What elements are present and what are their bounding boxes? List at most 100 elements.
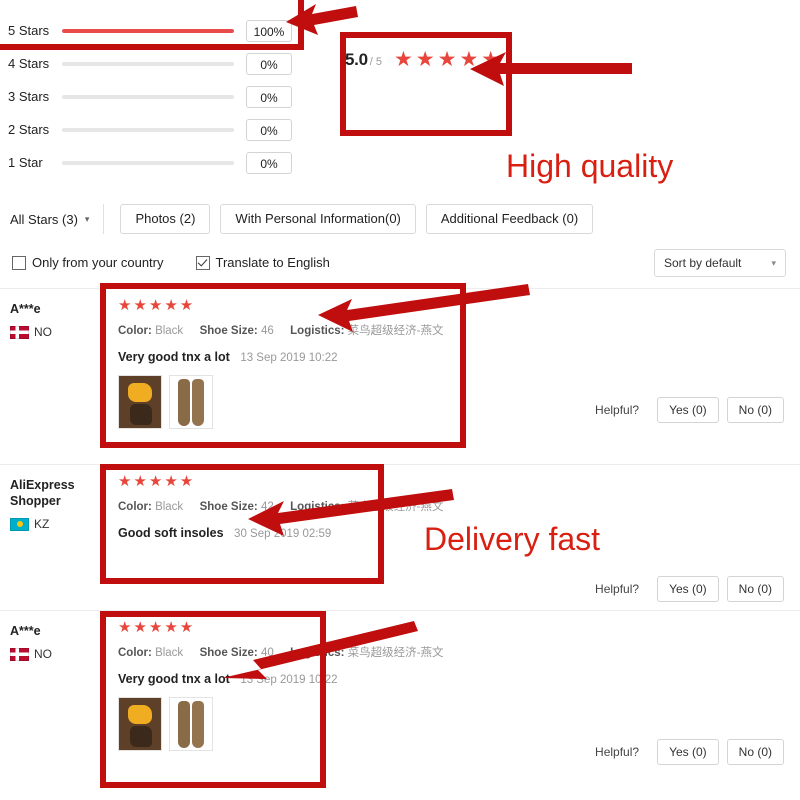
filter-all-stars-label: All Stars (3) xyxy=(10,211,78,227)
norway-flag-icon xyxy=(10,325,29,339)
kazakhstan-flag-icon xyxy=(10,517,29,531)
review-country-code: NO xyxy=(34,325,52,339)
score-value: 5.0 xyxy=(345,50,368,69)
review-date: 30 Sep 2019 02:59 xyxy=(234,528,332,540)
chevron-down-icon: ▾ xyxy=(771,257,776,268)
review-author-name: A***e xyxy=(10,302,41,316)
review-logistics-label: Logistics: xyxy=(290,325,345,337)
review-photos xyxy=(118,697,600,751)
rating-row-2[interactable]: 2 Stars 0% xyxy=(0,113,300,146)
review-size-label: Shoe Size: xyxy=(199,647,258,659)
helpful-no-button[interactable]: No (0) xyxy=(726,576,784,602)
review-photo-thumbnail[interactable] xyxy=(118,375,162,429)
chevron-down-icon: ▾ xyxy=(84,213,90,224)
rating-row-label: 3 Stars xyxy=(8,89,50,104)
helpful-yes-button[interactable]: Yes (0) xyxy=(657,397,719,423)
review-stars-icon: ★★★★★ xyxy=(118,473,196,490)
annotation-text-delivery-fast: Delivery fast xyxy=(424,521,601,557)
rating-bar-track xyxy=(62,127,234,132)
review-item: A***e NO ★★★★★ Color: Black Shoe Size: 4… xyxy=(0,288,800,464)
rating-row-percent: 0% xyxy=(246,118,292,141)
review-photo-thumbnail[interactable] xyxy=(118,697,162,751)
review-photo-thumbnail[interactable] xyxy=(169,375,213,429)
review-content: ★★★★★ Color: Black Shoe Size: 40 Logisti… xyxy=(118,619,600,751)
review-author-country: NO xyxy=(10,325,96,339)
helpful-label: Helpful? xyxy=(595,582,640,596)
review-text: Good soft insoles xyxy=(118,526,224,540)
norway-flag-icon xyxy=(10,647,29,661)
review-options-row: Only from your country Translate to Engl… xyxy=(0,249,800,277)
review-filters: All Stars (3) ▾ Photos (2) With Personal… xyxy=(0,204,800,234)
review-stars-icon: ★★★★★ xyxy=(118,297,196,314)
rating-row-label: 1 Star xyxy=(8,155,43,170)
review-color-value: Black xyxy=(155,325,184,337)
review-attributes: Color: Black Shoe Size: 46 Logistics: 菜鸟… xyxy=(118,323,600,339)
review-logistics-label: Logistics: xyxy=(290,501,345,513)
helpful-no-button[interactable]: No (0) xyxy=(726,739,784,765)
rating-row-percent: 0% xyxy=(246,52,292,75)
review-size-label: Shoe Size: xyxy=(199,325,258,337)
review-item: A***e NO ★★★★★ Color: Black Shoe Size: 4… xyxy=(0,610,800,790)
translate-to-english-label: Translate to English xyxy=(215,255,330,270)
review-date: 13 Sep 2019 10:22 xyxy=(240,352,338,364)
review-author: A***e NO xyxy=(10,623,96,661)
rating-row-label: 5 Stars xyxy=(8,23,50,38)
filter-photos[interactable]: Photos (2) xyxy=(120,204,211,234)
helpful-no-button[interactable]: No (0) xyxy=(726,397,784,423)
review-color-value: Black xyxy=(155,647,184,659)
review-logistics-value: 菜鸟超级经济-燕文 xyxy=(347,647,444,659)
rating-row-3[interactable]: 3 Stars 0% xyxy=(0,80,300,113)
review-color-label: Color: xyxy=(118,501,152,513)
rating-bar-track xyxy=(62,94,234,99)
review-helpful-group: Helpful? Yes (0) No (0) xyxy=(595,397,784,423)
review-content: ★★★★★ Color: Black Shoe Size: 46 Logisti… xyxy=(118,297,600,429)
review-text-line: Very good tnx a lot 13 Sep 2019 10:22 xyxy=(118,671,600,688)
review-item: AliExpress Shopper KZ ★★★★★ Color: Black… xyxy=(0,464,800,610)
checkbox-checked-icon[interactable] xyxy=(195,255,210,270)
rating-row-percent: 0% xyxy=(246,151,292,174)
review-logistics-label: Logistics: xyxy=(290,647,345,659)
rating-row-label: 2 Stars xyxy=(8,122,50,137)
annotation-text-high-quality: High quality xyxy=(506,148,674,184)
helpful-yes-button[interactable]: Yes (0) xyxy=(657,576,719,602)
rating-distribution: 5 Stars 100% 4 Stars 0% 3 Stars 0% 2 Sta… xyxy=(0,14,300,179)
sort-dropdown[interactable]: Sort by default ▾ xyxy=(654,249,786,277)
checkbox-icon[interactable] xyxy=(12,255,26,270)
rating-row-5[interactable]: 5 Stars 100% xyxy=(0,14,300,47)
helpful-yes-button[interactable]: Yes (0) xyxy=(657,739,719,765)
review-size-value: 46 xyxy=(260,325,274,337)
review-photos xyxy=(118,375,600,429)
review-size-value: 42 xyxy=(260,501,274,513)
review-color-label: Color: xyxy=(118,325,152,337)
filter-additional-feedback[interactable]: Additional Feedback (0) xyxy=(425,204,594,234)
review-author-name: AliExpress Shopper xyxy=(10,478,75,508)
rating-row-percent: 100% xyxy=(246,19,292,42)
reviews-page: 5 Stars 100% 4 Stars 0% 3 Stars 0% 2 Sta… xyxy=(0,0,800,800)
review-photo-thumbnail[interactable] xyxy=(169,697,213,751)
review-size-label: Shoe Size: xyxy=(199,501,258,513)
review-color-label: Color: xyxy=(118,647,152,659)
rating-row-percent: 0% xyxy=(246,85,292,108)
review-helpful-group: Helpful? Yes (0) No (0) xyxy=(595,739,784,765)
review-size-value: 40 xyxy=(260,647,274,659)
review-attributes: Color: Black Shoe Size: 42 Logistics: 菜鸟… xyxy=(118,499,600,515)
review-color-value: Black xyxy=(155,501,184,513)
review-country-code: NO xyxy=(34,647,52,661)
rating-row-4[interactable]: 4 Stars 0% xyxy=(0,47,300,80)
review-author: AliExpress Shopper KZ xyxy=(10,477,96,531)
filter-all-stars[interactable]: All Stars (3) ▾ xyxy=(0,204,105,234)
review-text: Very good tnx a lot xyxy=(118,672,230,686)
rating-bar-fill xyxy=(62,28,234,33)
review-text: Very good tnx a lot xyxy=(118,350,230,364)
review-logistics-value: 菜鸟超级经济-燕文 xyxy=(347,501,444,513)
rating-row-1[interactable]: 1 Star 0% xyxy=(0,146,300,179)
sort-dropdown-label: Sort by default xyxy=(664,256,742,270)
review-helpful-group: Helpful? Yes (0) No (0) xyxy=(595,576,784,602)
rating-bar-track xyxy=(62,28,234,33)
rating-bar-track xyxy=(62,61,234,66)
only-from-your-country-label: Only from your country xyxy=(32,255,164,270)
only-from-your-country-option[interactable]: Only from your country xyxy=(12,255,164,270)
translate-to-english-option[interactable]: Translate to English xyxy=(195,255,330,270)
filter-personal-information[interactable]: With Personal Information(0) xyxy=(220,204,416,234)
review-author-country: KZ xyxy=(10,517,96,531)
